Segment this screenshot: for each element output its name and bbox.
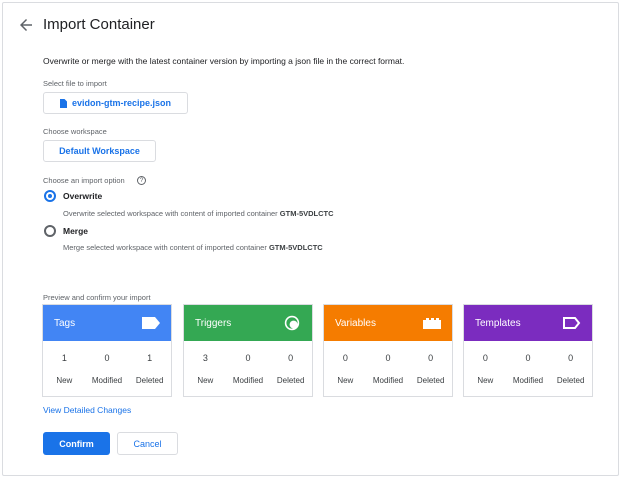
- file-icon: [59, 98, 67, 108]
- merge-radio[interactable]: [44, 225, 56, 237]
- new-label: New: [56, 376, 73, 385]
- templates-deleted-count: 0: [568, 353, 574, 363]
- confirm-button[interactable]: Confirm: [43, 432, 110, 455]
- new-label: New: [197, 376, 214, 385]
- tags-card: Tags 1 0 1 New Modified Deleted: [42, 304, 172, 397]
- modified-label: Modified: [372, 376, 404, 385]
- variables-card-title: Variables: [335, 317, 376, 329]
- description: Overwrite or merge with the latest conta…: [43, 56, 405, 66]
- templates-modified-count: 0: [525, 353, 531, 363]
- tags-card-title: Tags: [54, 317, 76, 329]
- new-label: New: [477, 376, 494, 385]
- triggers-card-title: Triggers: [195, 317, 232, 329]
- deleted-label: Deleted: [276, 376, 305, 385]
- triggers-card: Triggers 3 0 0 New Modified Deleted: [183, 304, 313, 397]
- tags-deleted-count: 1: [147, 353, 153, 363]
- new-label: New: [337, 376, 354, 385]
- help-icon[interactable]: ?: [137, 176, 146, 185]
- trigger-icon: [284, 315, 300, 331]
- workspace-select-button[interactable]: Default Workspace: [43, 140, 156, 162]
- file-select-button[interactable]: evidon-gtm-recipe.json: [43, 92, 188, 114]
- triggers-modified-count: 0: [245, 353, 251, 363]
- triggers-deleted-count: 0: [288, 353, 294, 363]
- modified-label: Modified: [512, 376, 544, 385]
- preview-label: Preview and confirm your import: [43, 293, 151, 302]
- page-title: Import Container: [43, 16, 155, 33]
- variables-card: Variables 0 0 0 New Modified Deleted: [323, 304, 453, 397]
- tags-modified-count: 0: [104, 353, 110, 363]
- template-icon: [563, 317, 581, 329]
- triggers-new-count: 3: [202, 353, 208, 363]
- templates-card-header: Templates: [464, 305, 592, 341]
- merge-option-name: Merge: [63, 226, 89, 236]
- tags-new-count: 1: [61, 353, 67, 363]
- variables-modified-count: 0: [385, 353, 391, 363]
- file-name: evidon-gtm-recipe.json: [71, 98, 171, 108]
- workspace-label: Choose workspace: [43, 127, 107, 136]
- overwrite-option-name: Overwrite: [63, 191, 103, 201]
- import-container-panel: Import Container Overwrite or merge with…: [2, 2, 619, 476]
- file-label: Select file to import: [43, 79, 107, 88]
- templates-card: Templates 0 0 0 New Modified Deleted: [463, 304, 593, 397]
- variable-icon: [423, 318, 441, 329]
- templates-new-count: 0: [482, 353, 488, 363]
- merge-option-desc: Merge selected workspace with content of…: [63, 243, 323, 252]
- templates-card-title: Templates: [475, 317, 521, 329]
- cancel-button[interactable]: Cancel: [117, 432, 178, 455]
- arrow-left-icon[interactable]: [17, 16, 35, 34]
- view-detailed-changes-link[interactable]: View Detailed Changes: [43, 405, 131, 415]
- tag-icon: [142, 317, 160, 329]
- header: Import Container: [3, 3, 618, 47]
- overwrite-radio[interactable]: [44, 190, 56, 202]
- overwrite-option-desc: Overwrite selected workspace with conten…: [63, 209, 334, 218]
- modified-label: Modified: [232, 376, 264, 385]
- variables-card-header: Variables: [324, 305, 452, 341]
- deleted-label: Deleted: [556, 376, 585, 385]
- import-option-label: Choose an import option: [43, 176, 125, 185]
- tags-card-header: Tags: [43, 305, 171, 341]
- modified-label: Modified: [91, 376, 123, 385]
- triggers-card-header: Triggers: [184, 305, 312, 341]
- deleted-label: Deleted: [416, 376, 445, 385]
- variables-deleted-count: 0: [428, 353, 434, 363]
- deleted-label: Deleted: [135, 376, 164, 385]
- variables-new-count: 0: [342, 353, 348, 363]
